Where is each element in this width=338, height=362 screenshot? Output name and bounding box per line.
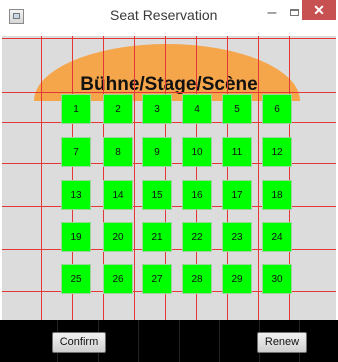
seat-button[interactable]: 5: [222, 94, 252, 124]
seat-button[interactable]: 4: [182, 94, 212, 124]
bottom-bar-separator: [219, 320, 220, 362]
seat-button[interactable]: 25: [61, 264, 91, 294]
seat-button[interactable]: 17: [222, 180, 252, 210]
seat-button[interactable]: 28: [182, 264, 212, 294]
grid-line-vertical: [41, 36, 42, 320]
grid-line-horizontal: [2, 92, 336, 93]
seat-button[interactable]: 16: [182, 180, 212, 210]
seat-button[interactable]: 18: [262, 180, 292, 210]
app-icon: [9, 9, 24, 24]
seat-button[interactable]: 23: [222, 222, 252, 252]
confirm-button[interactable]: Confirm: [52, 332, 106, 353]
seat-button[interactable]: 21: [142, 222, 172, 252]
seat-button[interactable]: 27: [142, 264, 172, 294]
grid-line-vertical: [258, 36, 259, 320]
seat-button[interactable]: 20: [103, 222, 133, 252]
close-icon[interactable]: ✕: [302, 0, 336, 20]
minimize-icon[interactable]: –: [262, 4, 282, 24]
seat-button[interactable]: 3: [142, 94, 172, 124]
bottom-bar-separator: [179, 320, 180, 362]
seat-button[interactable]: 30: [262, 264, 292, 294]
seat-button[interactable]: 8: [103, 137, 133, 167]
grid-line-vertical: [134, 36, 135, 320]
seat-button[interactable]: 12: [262, 137, 292, 167]
seat-button[interactable]: 6: [262, 94, 292, 124]
seat-button[interactable]: 19: [61, 222, 91, 252]
seat-button[interactable]: 9: [142, 137, 172, 167]
seat-button[interactable]: 7: [61, 137, 91, 167]
title-bar: Seat Reservation – ✕: [0, 0, 338, 36]
bottom-bar-separator: [138, 320, 139, 362]
seat-button[interactable]: 22: [182, 222, 212, 252]
seat-button[interactable]: 29: [222, 264, 252, 294]
seat-button[interactable]: 1: [61, 94, 91, 124]
seat-button[interactable]: 13: [61, 180, 91, 210]
seat-button[interactable]: 24: [262, 222, 292, 252]
window-title: Seat Reservation: [110, 7, 218, 23]
seat-button[interactable]: 10: [182, 137, 212, 167]
seat-button[interactable]: 26: [103, 264, 133, 294]
seat-button[interactable]: 15: [142, 180, 172, 210]
seat-button[interactable]: 14: [103, 180, 133, 210]
seat-button[interactable]: 2: [103, 94, 133, 124]
renew-button[interactable]: Renew: [257, 332, 307, 353]
seat-grid: Bühne/Stage/Scène 1 2 3 4 5 6 7 8 9 10 11 12 13 14 15 1…: [2, 36, 336, 320]
bottom-bar: Confirm Renew: [0, 320, 338, 362]
seat-button[interactable]: 11: [222, 137, 252, 167]
grid-line-horizontal: [2, 38, 336, 39]
